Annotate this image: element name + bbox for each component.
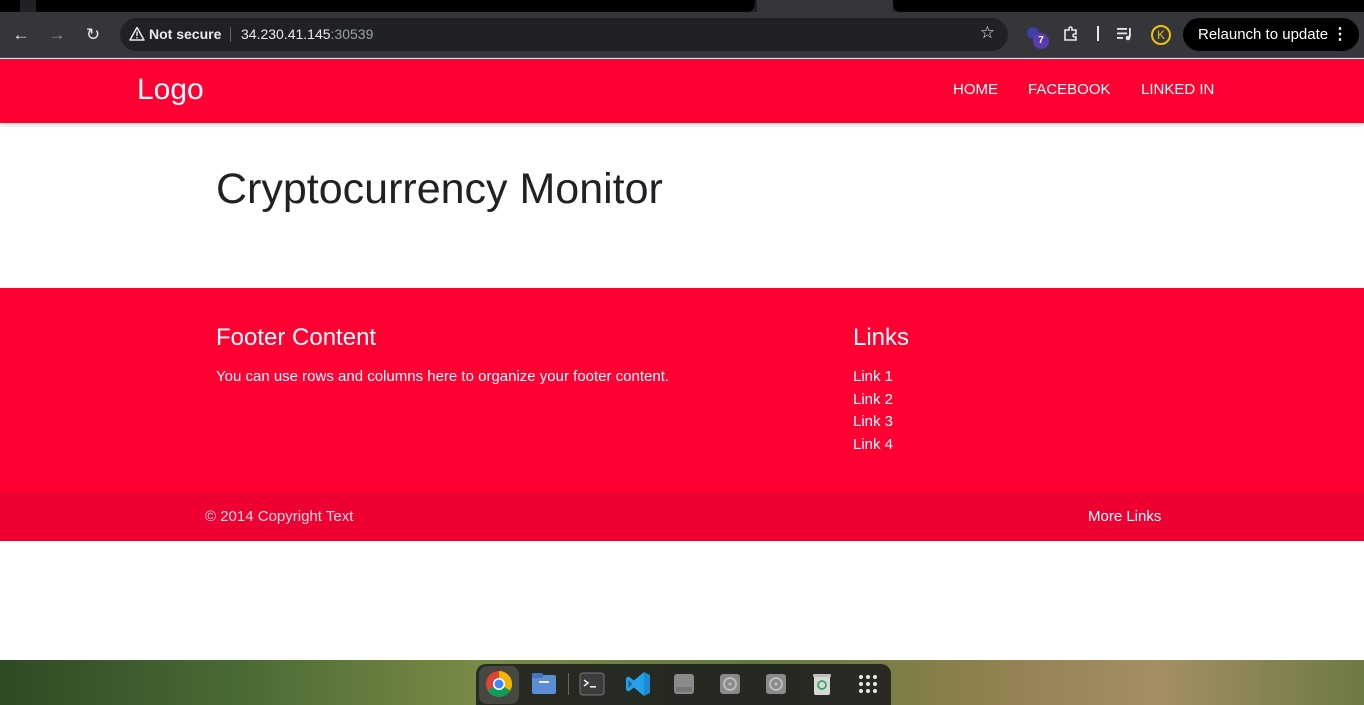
warning-icon: [129, 26, 145, 41]
browser-tab[interactable]: [893, 0, 1364, 12]
toolbar-divider: [1097, 26, 1099, 41]
footer-link-1[interactable]: Link 1: [853, 368, 893, 391]
back-button[interactable]: ←: [8, 22, 34, 48]
page-title: Cryptocurrency Monitor: [216, 165, 663, 213]
page-footer: Footer Content You can use rows and colu…: [0, 288, 1364, 492]
browser-tab[interactable]: [0, 0, 20, 12]
address-bar[interactable]: Not secure 34.230.41.145:30539 ☆: [120, 18, 1008, 51]
footer-link-2[interactable]: Link 2: [853, 391, 893, 414]
more-links-link[interactable]: More Links: [1088, 508, 1161, 525]
reload-button[interactable]: ↻: [80, 22, 106, 48]
disc-icon[interactable]: [762, 670, 790, 698]
profile-avatar[interactable]: K: [1151, 25, 1171, 45]
site-navbar: Logo HOME FACEBOOK LINKED IN: [0, 59, 1364, 123]
media-queue-icon[interactable]: [1116, 26, 1134, 42]
browser-tabstrip: [0, 0, 1364, 12]
app-grid-icon[interactable]: [854, 670, 882, 698]
footer-content-heading: Footer Content: [216, 324, 377, 351]
footer-link-3[interactable]: Link 3: [853, 413, 893, 436]
footer-links-list: Link 1 Link 2 Link 3 Link 4: [853, 368, 893, 459]
nav-link-facebook[interactable]: FACEBOOK: [1028, 81, 1111, 98]
files-icon[interactable]: [530, 670, 558, 698]
security-status[interactable]: Not secure: [149, 26, 221, 42]
disc-icon[interactable]: [716, 670, 744, 698]
copyright-bar: © 2014 Copyright Text More Links: [0, 492, 1364, 541]
browser-tab[interactable]: [36, 0, 755, 12]
site-logo[interactable]: Logo: [137, 73, 204, 107]
url-text[interactable]: 34.230.41.145:30539: [241, 26, 373, 42]
terminal-icon[interactable]: [578, 670, 606, 698]
url-host: 34.230.41.145: [241, 26, 331, 42]
omnibox-divider: [230, 27, 231, 42]
nav-link-linkedin[interactable]: LINKED IN: [1141, 81, 1214, 98]
forward-button[interactable]: →: [44, 22, 70, 48]
copyright-text: © 2014 Copyright Text: [205, 508, 354, 525]
footer-link-4[interactable]: Link 4: [853, 436, 893, 459]
chrome-icon[interactable]: [485, 670, 513, 698]
trash-icon[interactable]: [808, 670, 836, 698]
footer-content-text: You can use rows and columns here to org…: [216, 368, 670, 385]
footer-links-heading: Links: [853, 324, 910, 351]
relaunch-label: Relaunch to update: [1198, 26, 1329, 43]
url-port: :30539: [330, 26, 374, 42]
relaunch-update-button[interactable]: Relaunch to update ⋮: [1183, 18, 1359, 51]
taskbar-dock: [476, 664, 891, 705]
extensions-puzzle-icon[interactable]: [1062, 25, 1080, 43]
ssd-drive-icon[interactable]: [670, 670, 698, 698]
browser-tab-active[interactable]: [757, 0, 893, 12]
nav-link-home[interactable]: HOME: [953, 81, 998, 98]
extension-badge: 7: [1033, 33, 1049, 49]
bookmark-star-icon[interactable]: ☆: [980, 23, 995, 43]
browser-menu-icon[interactable]: ⋮: [1332, 18, 1348, 51]
dock-divider: [568, 673, 569, 695]
vscode-icon[interactable]: [624, 670, 652, 698]
